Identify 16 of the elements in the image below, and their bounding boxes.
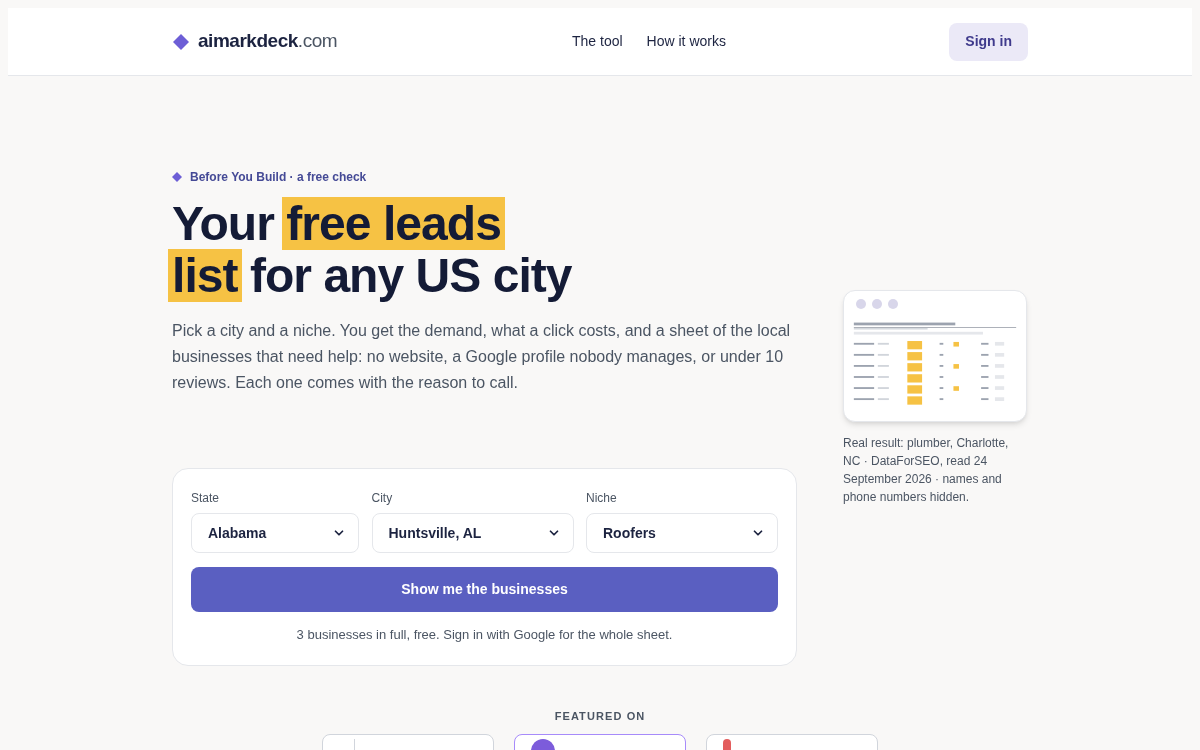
dropdown-field[interactable]: Roofers <box>586 513 778 553</box>
preview-caption: Real result: plumber, Charlotte, NC · DataForSEO, read 24 September 2026 · names and phone numbers hidden. <box>843 435 1010 506</box>
form-note: 3 businesses in full, free. Sign in with Google for the whole sheet. <box>295 626 674 644</box>
brand-logo[interactable]: aimarkdeck.com <box>198 27 338 56</box>
field-label: City <box>371 490 394 507</box>
sign-in-button[interactable]: Sign in <box>949 22 1028 61</box>
featured-heading: FEATURED ON <box>554 708 646 724</box>
eyebrow-text: Before You Build · a free check <box>190 169 367 186</box>
show-businesses-button[interactable]: Show me the businesses <box>191 567 778 612</box>
intro-paragraph: Pick a city and a niche. You get the demand, what a click costs, and a sheet of the local businesses that need help: no website, a Google profile nobody manages, or under 10 reviews. Each one comes with the reason to call. <box>172 321 792 393</box>
dropdown-field[interactable]: Huntsville, AL <box>371 513 574 553</box>
field-label: State <box>191 490 221 507</box>
nav-link[interactable]: How it works <box>646 31 726 52</box>
field-label: Niche <box>586 490 618 507</box>
nav-link[interactable]: The tool <box>572 31 623 52</box>
dropdown-field[interactable]: Alabama <box>191 513 359 553</box>
